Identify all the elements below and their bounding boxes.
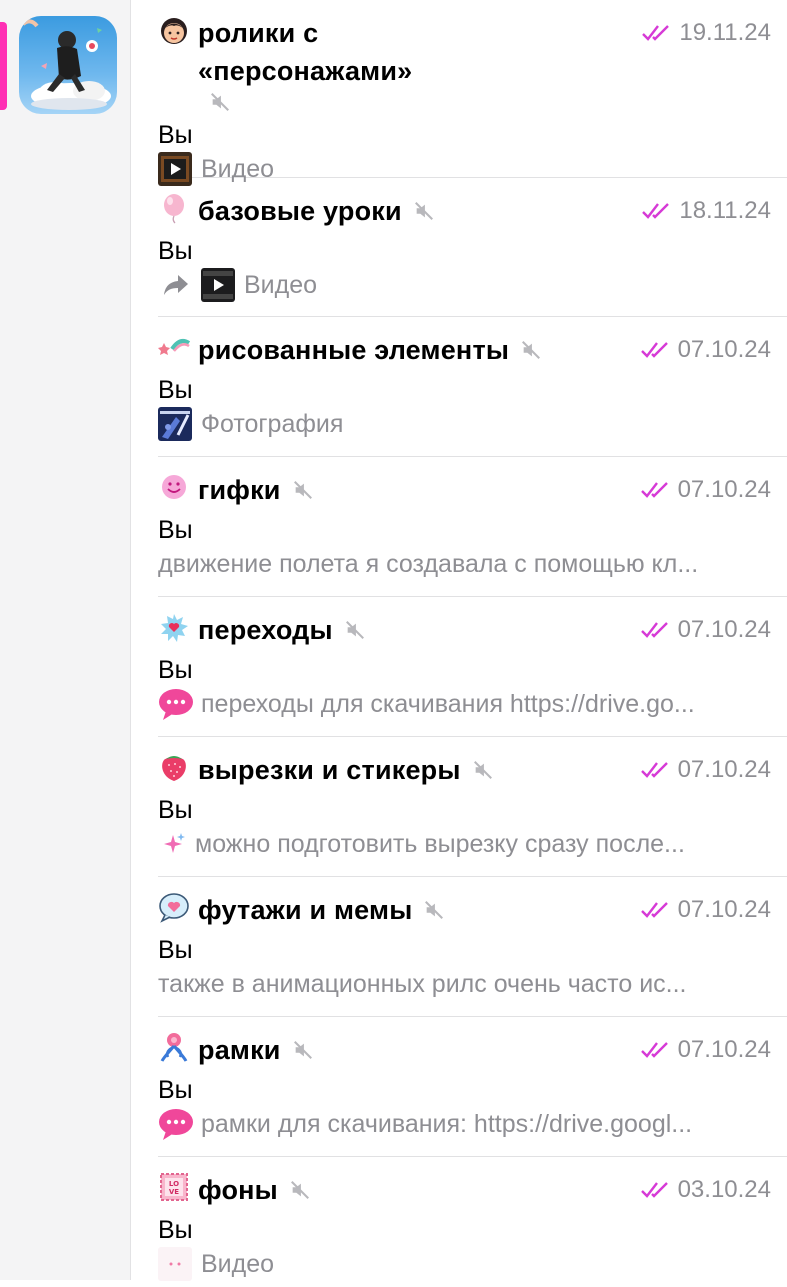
chat-sender: Вы bbox=[158, 121, 193, 149]
chat-sender: Вы bbox=[158, 796, 193, 824]
chat-preview: можно подготовить вырезку сразу после... bbox=[195, 830, 685, 858]
chat-sender: Вы bbox=[158, 237, 193, 265]
chat-row[interactable]: рамки 07.10.24 Вы рамки для скачивания: … bbox=[158, 1017, 787, 1157]
muted-icon bbox=[289, 1178, 313, 1202]
chat-row[interactable]: LO VE фоны 03.10.24 Вы Видео bbox=[158, 1157, 787, 1287]
read-ticks-icon bbox=[640, 482, 668, 498]
chat-row[interactable]: гифки 07.10.24 Вы движение полета я созд… bbox=[158, 457, 787, 597]
shooting-star-icon bbox=[158, 331, 190, 363]
chat-date: 07.10.24 bbox=[677, 616, 771, 643]
chat-title: футажи и мемы bbox=[198, 895, 413, 925]
chat-date: 07.10.24 bbox=[677, 756, 771, 783]
chat-date: 07.10.24 bbox=[677, 896, 771, 923]
chat-sender: Вы bbox=[158, 936, 193, 964]
chat-preview: переходы для скачивания https://drive.go… bbox=[201, 690, 695, 718]
chat-title: базовые уроки bbox=[198, 196, 402, 226]
svg-text:LO: LO bbox=[169, 1180, 179, 1188]
muted-icon bbox=[520, 338, 544, 362]
heart-bubble-icon bbox=[158, 891, 190, 923]
read-ticks-icon bbox=[640, 1042, 668, 1058]
read-ticks-icon bbox=[640, 902, 668, 918]
read-ticks-icon bbox=[640, 342, 668, 358]
chat-preview: Фотография bbox=[201, 410, 344, 438]
chat-sender: Вы bbox=[158, 1076, 193, 1104]
video-thumbnail bbox=[158, 1247, 192, 1281]
chat-title: ролики с «персонажами» bbox=[198, 18, 413, 86]
chat-sender: Вы bbox=[158, 1216, 193, 1244]
chat-title: фоны bbox=[198, 1175, 278, 1205]
splash-heart-icon bbox=[158, 611, 190, 643]
read-ticks-icon bbox=[640, 1182, 668, 1198]
read-ticks-icon bbox=[640, 622, 668, 638]
muted-icon bbox=[292, 1038, 316, 1062]
flower-bow-icon bbox=[158, 1031, 190, 1063]
chat-sender: Вы bbox=[158, 656, 193, 684]
muted-icon bbox=[209, 90, 233, 114]
chat-title: гифки bbox=[198, 475, 281, 505]
chat-title: рисованные элементы bbox=[198, 335, 510, 365]
speech-bubble-icon bbox=[158, 687, 194, 721]
muted-icon bbox=[423, 898, 447, 922]
folder-avatar-image bbox=[21, 19, 111, 110]
folder-sidebar bbox=[0, 0, 131, 1280]
muted-icon bbox=[292, 478, 316, 502]
video-thumbnail bbox=[201, 268, 235, 302]
svg-text:VE: VE bbox=[169, 1188, 179, 1196]
chat-date: 03.10.24 bbox=[677, 1176, 771, 1203]
chat-row[interactable]: вырезки и стикеры 07.10.24 Вы можно подг… bbox=[158, 737, 787, 877]
chat-row[interactable]: ролики с «персонажами» 19.11.24 Вы Видео bbox=[158, 0, 787, 186]
pink-balloon-icon bbox=[158, 192, 190, 224]
chat-preview: Видео bbox=[244, 271, 318, 299]
forward-arrow-icon bbox=[158, 268, 194, 302]
chat-preview: также в анимационных рилс очень часто ис… bbox=[158, 970, 687, 998]
chat-preview: Видео bbox=[201, 1250, 275, 1278]
chat-date: 07.10.24 bbox=[677, 336, 771, 363]
love-stamp-icon: LO VE bbox=[158, 1171, 190, 1203]
chat-preview: рамки для скачивания: https://drive.goog… bbox=[201, 1110, 693, 1138]
strawberry-icon bbox=[158, 751, 190, 783]
chat-row[interactable]: переходы 07.10.24 Вы переходы для скачив… bbox=[158, 597, 787, 737]
muted-icon bbox=[413, 199, 437, 223]
speech-bubble-icon bbox=[158, 1107, 194, 1141]
muted-icon bbox=[344, 618, 368, 642]
chat-title: рамки bbox=[198, 1035, 281, 1065]
muted-icon bbox=[472, 758, 496, 782]
girl-face-icon bbox=[158, 14, 190, 46]
read-ticks-icon bbox=[642, 25, 670, 41]
selected-folder-indicator bbox=[0, 22, 7, 110]
sparkles-icon bbox=[158, 827, 188, 861]
chat-date: 19.11.24 bbox=[679, 19, 771, 46]
chat-row[interactable]: рисованные элементы 07.10.24 Вы Фотограф… bbox=[158, 317, 787, 457]
chat-title: вырезки и стикеры bbox=[198, 755, 461, 785]
chat-date: 07.10.24 bbox=[677, 1036, 771, 1063]
chat-list: ролики с «персонажами» 19.11.24 Вы Видео bbox=[158, 0, 787, 1287]
chat-sender: Вы bbox=[158, 516, 193, 544]
chat-sender: Вы bbox=[158, 376, 193, 404]
folder-avatar[interactable] bbox=[19, 16, 117, 114]
chat-row[interactable]: базовые уроки 18.11.24 Вы Видео bbox=[158, 178, 787, 317]
read-ticks-icon bbox=[640, 762, 668, 778]
chat-date: 18.11.24 bbox=[679, 197, 771, 224]
read-ticks-icon bbox=[642, 203, 670, 219]
chat-preview: движение полета я создавала с помощью кл… bbox=[158, 550, 699, 578]
chat-title: переходы bbox=[198, 615, 333, 645]
photo-thumbnail bbox=[158, 407, 192, 441]
chat-row[interactable]: футажи и мемы 07.10.24 Вы также в анимац… bbox=[158, 877, 787, 1017]
chat-date: 07.10.24 bbox=[677, 476, 771, 503]
smiley-face-icon bbox=[158, 471, 190, 503]
